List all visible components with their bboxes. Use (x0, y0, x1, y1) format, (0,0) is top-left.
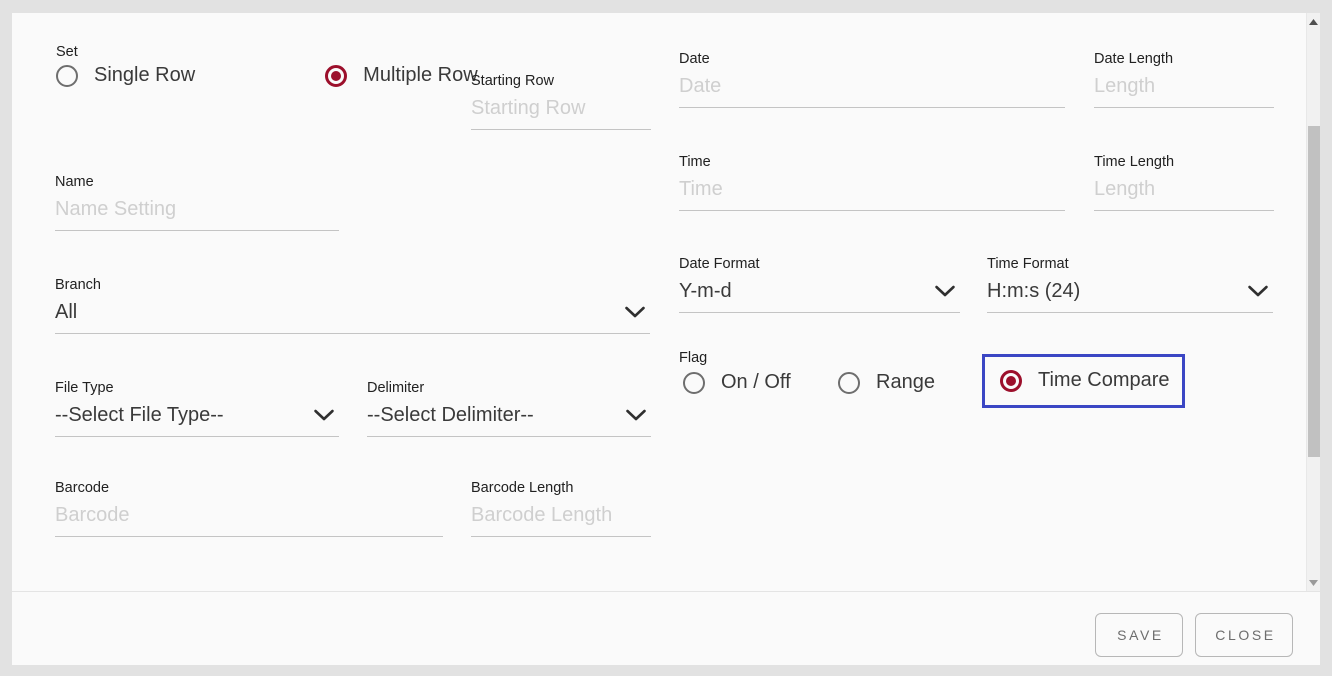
label-date-format: Date Format (679, 256, 760, 272)
radio-label-single-row: Single Row (94, 64, 196, 86)
chevron-down-icon (1247, 284, 1269, 298)
label-starting-row: Starting Row (471, 73, 555, 89)
save-button[interactable]: SAVE (1095, 613, 1183, 657)
field-time-format: Time Format H:m:s (24) (987, 256, 1273, 313)
radio-option-on-off[interactable]: On / Off (683, 371, 791, 394)
radio-indicator-multiple-row[interactable] (325, 64, 348, 87)
label-delimiter: Delimiter (367, 380, 425, 396)
label-date-length: Date Length (1094, 51, 1174, 67)
select-date-format[interactable]: Y-m-d (679, 278, 960, 304)
underline-branch (55, 333, 650, 334)
field-barcode-length: Barcode Length Barcode Length (471, 480, 651, 537)
label-name: Name (55, 174, 94, 190)
input-time-length[interactable]: Length (1094, 176, 1274, 202)
radio-label-on-off: On / Off (721, 371, 791, 393)
dialog-footer: SAVE CLOSE (12, 591, 1320, 665)
scrollbar-thumb[interactable] (1308, 126, 1320, 457)
flag-group-caption: Flag (679, 350, 708, 366)
field-time: Time Time (679, 154, 1065, 211)
underline-date-format (679, 312, 960, 313)
underline-time-length (1094, 210, 1274, 211)
input-name[interactable]: Name Setting (55, 196, 339, 222)
chevron-down-icon (313, 408, 335, 422)
select-branch-value: All (55, 301, 78, 323)
field-barcode: Barcode Barcode (55, 480, 443, 537)
radio-indicator-on-off[interactable] (683, 371, 705, 394)
field-date-length: Date Length Length (1094, 51, 1274, 108)
label-date: Date (679, 51, 710, 67)
label-time-length: Time Length (1094, 154, 1175, 170)
field-name: Name Name Setting (55, 174, 339, 231)
radio-option-range[interactable]: Range (838, 371, 935, 394)
radio-indicator-single-row[interactable] (56, 64, 78, 87)
label-branch: Branch (55, 277, 101, 293)
field-delimiter: Delimiter --Select Delimiter-- (367, 380, 651, 437)
field-branch: Branch All (55, 277, 650, 334)
field-file-type: File Type --Select File Type-- (55, 380, 339, 437)
select-delimiter[interactable]: --Select Delimiter-- (367, 402, 651, 428)
select-file-type-value: --Select File Type-- (55, 404, 224, 426)
radio-option-multiple-row[interactable]: Multiple Row (325, 64, 478, 87)
vertical-scrollbar[interactable] (1306, 13, 1320, 591)
radio-indicator-time-compare[interactable] (1000, 369, 1022, 392)
radio-option-single-row[interactable]: Single Row (56, 64, 195, 87)
scroll-up-button[interactable] (1307, 13, 1320, 30)
label-barcode-length: Barcode Length (471, 480, 574, 496)
select-time-format[interactable]: H:m:s (24) (987, 278, 1273, 304)
label-time-format: Time Format (987, 256, 1069, 272)
underline-time-format (987, 312, 1273, 313)
underline-barcode (55, 536, 443, 537)
underline-barcode-length (471, 536, 651, 537)
select-delimiter-value: --Select Delimiter-- (367, 404, 534, 426)
input-barcode[interactable]: Barcode (55, 502, 443, 528)
underline-name (55, 230, 339, 231)
chevron-down-icon (624, 305, 646, 319)
close-button[interactable]: CLOSE (1195, 613, 1293, 657)
input-time[interactable]: Time (679, 176, 1065, 202)
select-date-format-value: Y-m-d (679, 280, 732, 302)
input-date[interactable]: Date (679, 73, 1065, 99)
underline-date (679, 107, 1065, 108)
label-time: Time (679, 154, 711, 170)
underline-date-length (1094, 107, 1274, 108)
input-barcode-length[interactable]: Barcode Length (471, 502, 651, 528)
dialog-scroll-content: Set Single Row Multiple Row Starting Row… (12, 13, 1306, 591)
radio-indicator-range[interactable] (838, 371, 860, 394)
chevron-down-icon (625, 408, 647, 422)
set-group-caption: Set (56, 44, 78, 60)
caret-down-icon (1309, 579, 1318, 586)
settings-dialog: Set Single Row Multiple Row Starting Row… (12, 13, 1320, 665)
select-time-format-value: H:m:s (24) (987, 280, 1081, 302)
field-date: Date Date (679, 51, 1065, 108)
radio-option-time-compare[interactable]: Time Compare (1000, 369, 1170, 392)
caret-up-icon (1309, 18, 1318, 25)
input-date-length[interactable]: Length (1094, 73, 1274, 99)
input-starting-row[interactable]: Starting Row (471, 95, 651, 121)
underline-delimiter (367, 436, 651, 437)
field-time-length: Time Length Length (1094, 154, 1274, 211)
radio-label-time-compare: Time Compare (1038, 369, 1170, 391)
select-branch[interactable]: All (55, 299, 650, 325)
field-starting-row: Starting Row Starting Row (471, 73, 651, 130)
scroll-down-button[interactable] (1307, 574, 1320, 591)
underline-starting-row (471, 129, 651, 130)
chevron-down-icon (934, 284, 956, 298)
select-file-type[interactable]: --Select File Type-- (55, 402, 339, 428)
label-barcode: Barcode (55, 480, 110, 496)
radio-label-multiple-row: Multiple Row (363, 64, 478, 86)
set-radio-group: Single Row Multiple Row (56, 64, 478, 87)
field-date-format: Date Format Y-m-d (679, 256, 960, 313)
label-file-type: File Type (55, 380, 114, 396)
radio-label-range: Range (876, 371, 935, 393)
underline-file-type (55, 436, 339, 437)
underline-time (679, 210, 1065, 211)
